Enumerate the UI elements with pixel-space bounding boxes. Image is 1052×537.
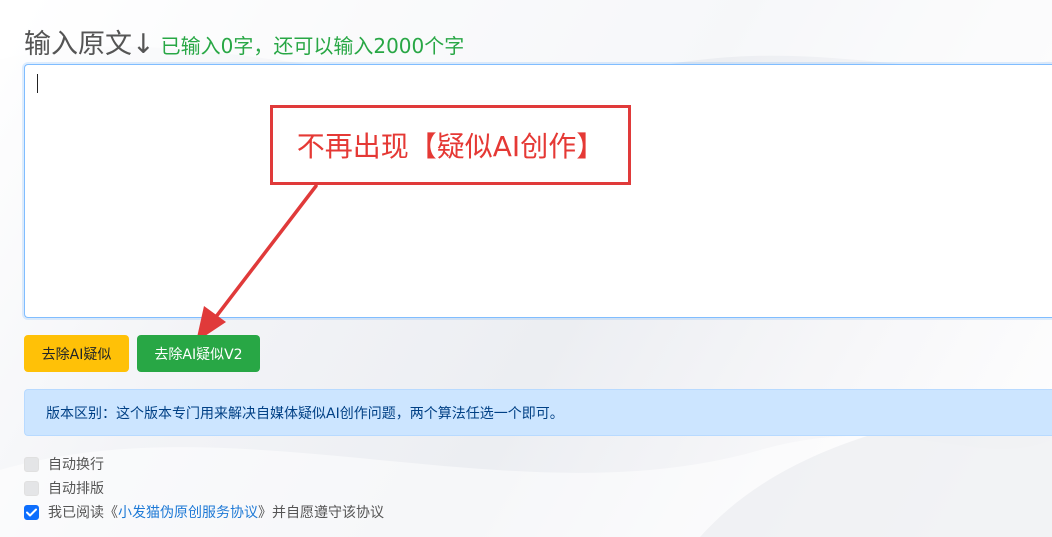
char-count-text: 已输入0字，还可以输入2000个字: [160, 34, 465, 58]
auto-layout-checkbox[interactable]: [24, 480, 39, 496]
agreement-option[interactable]: 我已阅读《 小发猫伪原创服务协议 》并自愿遵守该协议: [24, 502, 384, 522]
editor-header: 输入原文↓ 已输入0字，还可以输入2000个字: [24, 22, 464, 62]
annotation-callout-text: 不再出现【疑似AI创作】: [296, 130, 605, 163]
auto-wrap-label: 自动换行: [48, 457, 104, 473]
source-text-input[interactable]: [24, 64, 1052, 318]
auto-wrap-checkbox[interactable]: [24, 456, 39, 472]
auto-wrap-option[interactable]: 自动换行: [24, 454, 104, 474]
version-info-alert: 版本区别：这个版本专门用来解决自媒体疑似AI创作问题，两个算法任选一个即可。: [24, 389, 1052, 436]
agreement-suffix: 》并自愿遵守该协议: [258, 505, 384, 521]
annotation-callout: 不再出现【疑似AI创作】: [270, 105, 631, 185]
remove-ai-v2-button[interactable]: 去除AI疑似V2: [137, 335, 260, 372]
auto-layout-label: 自动排版: [48, 481, 104, 497]
version-info-text: 版本区别：这个版本专门用来解决自媒体疑似AI创作问题，两个算法任选一个即可。: [46, 405, 564, 422]
remove-ai-button[interactable]: 去除AI疑似: [24, 335, 129, 372]
text-cursor: [37, 74, 38, 93]
agreement-prefix: 我已阅读《: [48, 505, 118, 521]
check-icon: [26, 508, 37, 516]
page-title: 输入原文↓: [24, 29, 155, 60]
agreement-checkbox[interactable]: [24, 504, 39, 520]
service-agreement-link[interactable]: 小发猫伪原创服务协议: [118, 502, 258, 522]
auto-layout-option[interactable]: 自动排版: [24, 478, 104, 498]
